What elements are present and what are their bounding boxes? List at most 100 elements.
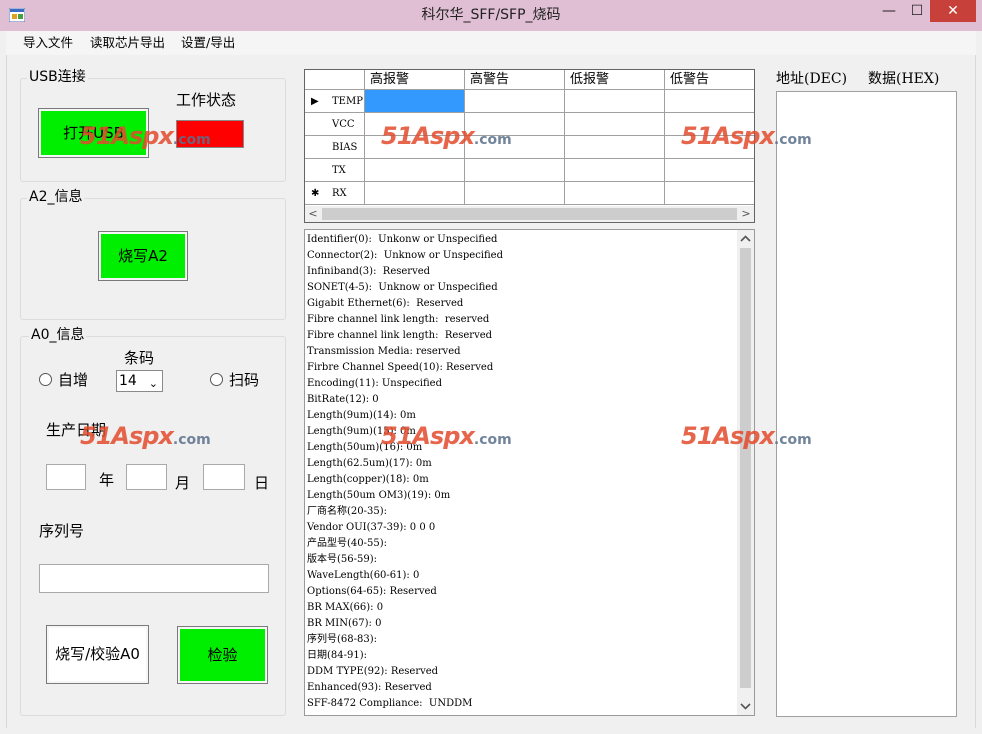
info-line: Options(64-65): Reserved — [307, 586, 437, 597]
info-line: 序列号(68-83): — [307, 634, 377, 645]
production-date-label: 生产日期 — [46, 421, 107, 439]
scroll-up-icon[interactable] — [737, 232, 754, 246]
grid-cell[interactable] — [465, 182, 565, 205]
scan-radio[interactable] — [210, 373, 223, 386]
info-line: BR MAX(66): 0 — [307, 602, 384, 613]
minimize-button[interactable]: — — [874, 0, 904, 22]
info-line: Transmission Media: reserved — [307, 346, 461, 357]
auto-increment-radio[interactable] — [39, 373, 52, 386]
grid-row-header[interactable]: ✱ RX — [305, 182, 365, 205]
month-label: 月 — [175, 474, 191, 492]
grid-cell[interactable] — [365, 159, 465, 182]
maximize-button[interactable]: ☐ — [904, 0, 930, 22]
grid-cell[interactable] — [465, 113, 565, 136]
grid-cell[interactable] — [365, 90, 465, 113]
grid-row-header[interactable]: TX — [305, 159, 365, 182]
current-row-icon: ▶ — [311, 96, 319, 107]
info-line: 版本号(56-59): — [307, 554, 377, 565]
grid-cell[interactable] — [565, 90, 665, 113]
grid-row-header[interactable]: BIAS — [305, 136, 365, 159]
info-line: SFF-8472 Compliance: UNDDM — [307, 698, 473, 709]
grid-cell[interactable] — [465, 136, 565, 159]
info-line: WaveLength(60-61): 0 — [307, 570, 420, 581]
info-line: Fibre channel link length: reserved — [307, 314, 490, 325]
chevron-down-icon: ⌄ — [148, 377, 158, 390]
grid-col-low-alarm[interactable]: 低报警 — [565, 70, 665, 90]
grid-cell[interactable] — [365, 182, 465, 205]
info-line: 厂商名称(20-35): — [307, 506, 387, 517]
year-input[interactable] — [46, 464, 86, 490]
info-line: BR MIN(67): 0 — [307, 618, 382, 629]
barcode-select[interactable]: 14 ⌄ — [116, 370, 163, 392]
auto-increment-label: 自增 — [58, 371, 89, 389]
work-status-label: 工作状态 — [176, 91, 237, 109]
grid-cell[interactable] — [665, 136, 754, 159]
grid-col-high-warning[interactable]: 高警告 — [465, 70, 565, 90]
grid-cell[interactable] — [665, 182, 754, 205]
address-dec-header: 地址(DEC) — [776, 71, 848, 87]
new-row-icon: ✱ — [311, 188, 320, 199]
info-line: Identifier(0): Unkonw or Unspecified — [307, 234, 498, 245]
info-line: Encoding(11): Unspecified — [307, 378, 442, 389]
grid-cell[interactable] — [565, 182, 665, 205]
a2-group-label: A2_信息 — [27, 189, 85, 205]
module-info-textarea[interactable]: Identifier(0): Unkonw or Unspecified Con… — [304, 229, 755, 716]
grid-corner-header — [305, 70, 365, 90]
scroll-down-icon[interactable] — [737, 699, 754, 713]
write-a2-button[interactable]: 烧写A2 — [98, 231, 188, 281]
info-vertical-scrollbar[interactable] — [737, 230, 754, 715]
scroll-left-icon[interactable]: < — [305, 206, 321, 222]
scroll-right-icon[interactable]: > — [738, 206, 754, 222]
info-line: Fibre channel link length: Reserved — [307, 330, 493, 341]
grid-cell[interactable] — [665, 159, 754, 182]
grid-cell[interactable] — [365, 113, 465, 136]
info-line: Gigabit Ethernet(6): Reserved — [307, 298, 464, 309]
grid-cell[interactable] — [465, 90, 565, 113]
open-usb-button[interactable]: 打开USB — [38, 108, 149, 158]
info-line: Infiniband(3): Reserved — [307, 266, 431, 277]
menu-import-file[interactable]: 导入文件 — [23, 34, 73, 52]
window-title: 科尔华_SFF/SFP_烧码 — [421, 7, 561, 23]
info-scroll-thumb[interactable] — [740, 248, 751, 688]
info-line: Length(9um)(14): 0m — [307, 410, 416, 421]
usb-group-label: USB连接 — [27, 69, 88, 85]
info-line: Enhanced(93): Reserved — [307, 682, 432, 693]
grid-col-high-alarm[interactable]: 高报警 — [365, 70, 465, 90]
close-button[interactable]: ✕ — [930, 0, 976, 22]
serial-number-input[interactable] — [39, 564, 269, 593]
grid-cell[interactable] — [365, 136, 465, 159]
grid-row-header[interactable]: VCC — [305, 113, 365, 136]
address-data-listbox[interactable] — [776, 91, 957, 717]
scan-label: 扫码 — [229, 371, 260, 389]
grid-scroll-thumb[interactable] — [322, 208, 737, 220]
grid-row-header[interactable]: ▶ TEMP — [305, 90, 365, 113]
info-line: SONET(4-5): Unknow or Unspecified — [307, 282, 498, 293]
info-line: Length(62.5um)(17): 0m — [307, 458, 432, 469]
write-verify-a0-button[interactable]: 烧写/校验A0 — [46, 625, 149, 684]
info-line: Length(50um OM3)(19): 0m — [307, 490, 451, 501]
grid-col-low-warning[interactable]: 低警告 — [665, 70, 754, 90]
info-line: Length(50um)(16): 0m — [307, 442, 423, 453]
grid-cell[interactable] — [665, 90, 754, 113]
threshold-grid[interactable]: 高报警 高警告 低报警 低警告 ▶ TEMP VCC BIAS TX ✱ RX < … — [304, 69, 755, 223]
menu-read-chip-export[interactable]: 读取芯片导出 — [90, 34, 165, 52]
grid-horizontal-scrollbar[interactable]: < > — [305, 206, 754, 222]
work-status-indicator — [176, 120, 244, 148]
grid-cell[interactable] — [565, 159, 665, 182]
verify-button[interactable]: 检验 — [177, 626, 268, 684]
barcode-label: 条码 — [124, 349, 155, 367]
info-line: Length(9um)(15): 0m — [307, 426, 416, 437]
info-line: BitRate(12): 0 — [307, 394, 379, 405]
grid-cell[interactable] — [665, 113, 754, 136]
grid-cell[interactable] — [465, 159, 565, 182]
info-line: DDM TYPE(92): Reserved — [307, 666, 439, 677]
menu-settings-export[interactable]: 设置/导出 — [181, 34, 235, 52]
day-input[interactable] — [203, 464, 245, 490]
month-input[interactable] — [126, 464, 167, 490]
day-label: 日 — [254, 474, 270, 492]
grid-cell[interactable] — [565, 113, 665, 136]
info-line: 产品型号(40-55): — [307, 538, 387, 549]
info-line: Firbre Channel Speed(10): Reserved — [307, 362, 494, 373]
info-line: Length(copper)(18): 0m — [307, 474, 429, 485]
grid-cell[interactable] — [565, 136, 665, 159]
